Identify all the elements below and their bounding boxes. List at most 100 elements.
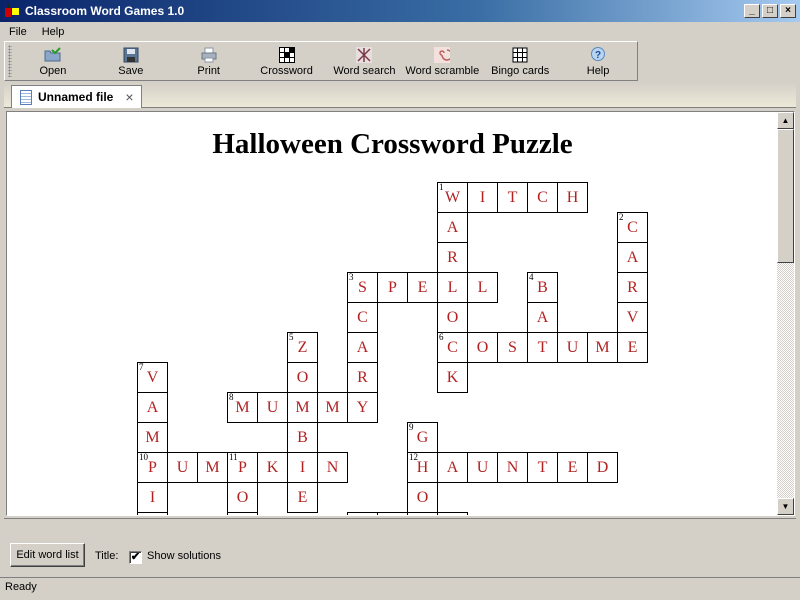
cell-letter: A [536,309,549,326]
help-bubble-icon: ? [589,46,607,64]
cell-letter: M [295,399,310,416]
grid-cell: N [317,452,348,483]
cell-letter: O [236,489,249,506]
cell-letter: T [537,459,548,476]
grid-cell: T [497,182,528,213]
cell-letter: E [627,339,638,356]
clue-number: 10 [139,452,148,462]
cell-letter: A [356,339,369,356]
word-scramble-button[interactable]: Word scramble [403,42,481,80]
grid-cell-partial [437,512,468,515]
cell-letter: U [176,459,189,476]
toolbar-grip[interactable] [8,45,12,77]
grid-cell: M [587,332,618,363]
word-search-icon [355,46,373,64]
grid-cell: I [287,452,318,483]
crossword-grid: 1WITCHARLO6CK2CARVE3SPELCARY4BAT5ZOMBIEO… [7,112,778,515]
grid-cell: 10 P [137,452,168,483]
scroll-thumb[interactable] [777,129,794,263]
grid-cell: L [437,272,468,303]
cell-letter: V [626,309,639,326]
print-button[interactable]: Print [170,42,248,80]
grid-cell: O [467,332,498,363]
cell-letter: P [148,459,157,476]
cell-letter: B [297,429,308,446]
grid-cell-partial [377,512,408,515]
clue-number: 1 [439,182,444,192]
show-solutions-checkbox[interactable]: ✔ [129,551,142,564]
cell-letter: C [537,189,548,206]
clue-number: 6 [439,332,444,342]
cell-letter: E [417,279,428,296]
show-solutions-label[interactable]: Show solutions [147,550,221,562]
grid-cell: A [437,212,468,243]
grid-cell: H [557,182,588,213]
close-button[interactable]: × [780,4,796,18]
document-icon [20,89,32,105]
grid-cell: 6C [437,332,468,363]
cell-letter: C [357,309,368,326]
grid-cell-partial [227,512,258,515]
cell-letter: L [477,279,488,296]
maximize-button[interactable]: □ [762,4,778,18]
grid-cell: R [347,362,378,393]
cell-letter: L [447,279,458,296]
grid-cell: A [137,392,168,423]
tab-close-icon[interactable]: × [125,89,133,105]
grid-cell-partial [137,512,168,515]
scroll-up-button[interactable]: ▲ [777,112,794,129]
toolbar: Open Save Print Crossword Word search Wo… [4,41,638,81]
minimize-button[interactable]: _ [744,4,760,18]
grid-cell: M [137,422,168,453]
svg-text:?: ? [595,50,601,61]
clue-number: 4 [529,272,534,282]
word-scramble-icon [433,46,451,64]
grid-cell: K [437,362,468,393]
cell-letter: A [146,399,159,416]
cell-letter: C [447,339,458,356]
cell-letter: M [325,399,340,416]
grid-cell: A [527,302,558,333]
grid-cell: 8M [227,392,258,423]
word-search-button[interactable]: Word search [326,42,404,80]
cell-letter: A [446,459,459,476]
options-panel: Edit word list Title: ✔ Show solutions [4,518,796,574]
crossword-icon [278,46,296,64]
menu-help[interactable]: Help [33,26,71,38]
cell-letter: I [479,189,486,206]
clue-number: 2 [619,212,624,222]
cell-letter: O [446,309,459,326]
cell-letter: W [444,189,461,206]
grid-cell: A [347,332,378,363]
open-button[interactable]: Open [14,42,92,80]
bingo-grid-icon [511,46,529,64]
grid-cell: U [167,452,198,483]
menu-file[interactable]: File [0,26,33,38]
clue-number: 12 [409,452,418,462]
grid-cell: E [407,272,438,303]
scroll-down-button[interactable]: ▼ [777,498,794,515]
bingo-cards-button[interactable]: Bingo cards [481,42,559,80]
cell-letter: U [566,339,579,356]
cell-letter: R [447,249,458,266]
grid-cell: T [527,452,558,483]
grid-cell: A [437,452,468,483]
cell-letter: K [266,459,279,476]
cell-letter: M [235,399,250,416]
grid-cell: O [437,302,468,333]
cell-letter: K [446,369,459,386]
cell-letter: B [537,279,548,296]
cell-letter: E [297,489,308,506]
grid-cell: U [467,452,498,483]
help-button[interactable]: ? Help [559,42,637,80]
grid-cell: P [377,272,408,303]
edit-word-list-button[interactable]: Edit word list [10,543,85,567]
vertical-scrollbar[interactable]: ▲ ▼ [777,112,794,515]
tab-unnamed-file[interactable]: Unnamed file × [11,85,142,108]
grid-cell: L [467,272,498,303]
grid-cell: 4B [527,272,558,303]
crossword-button[interactable]: Crossword [248,42,326,80]
tab-label: Unnamed file [38,90,114,104]
save-button[interactable]: Save [92,42,170,80]
cell-letter: V [146,369,159,386]
